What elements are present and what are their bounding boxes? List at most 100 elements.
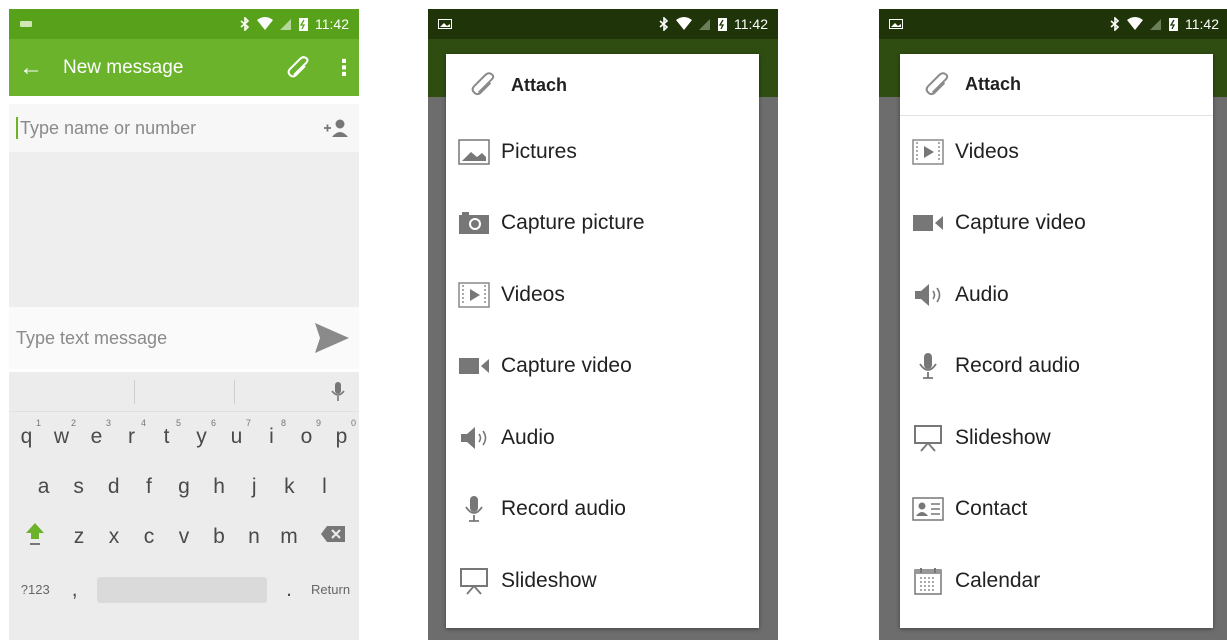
key-p[interactable]: p0 (324, 418, 359, 449)
wifi-icon (676, 17, 692, 30)
shift-key[interactable] (9, 522, 62, 552)
recipient-input[interactable] (16, 117, 276, 139)
attach-option-label: Videos (501, 282, 565, 306)
key-b[interactable]: b (202, 525, 237, 549)
attach-dialog: Attach Videos Capture video Audio Record… (900, 54, 1213, 628)
key-n[interactable]: n (237, 525, 272, 549)
backspace-key[interactable] (307, 525, 360, 549)
key-h[interactable]: h (202, 475, 237, 499)
key-m[interactable]: m (272, 525, 307, 549)
status-bar: 11:42 (879, 9, 1227, 39)
more-vert-icon[interactable]: ⋮ (333, 55, 355, 81)
microphone-icon[interactable] (331, 382, 345, 402)
key-s[interactable]: s (61, 475, 96, 499)
space-bar (96, 576, 267, 603)
key-label: q (20, 425, 33, 448)
symbols-key[interactable]: ?123 (9, 582, 62, 597)
attach-option-calendar[interactable]: Calendar (900, 545, 1213, 617)
keyboard-row-3: z x c v b n m (9, 512, 359, 562)
attach-option-capture-picture[interactable]: Capture picture (446, 188, 759, 260)
attach-option-audio[interactable]: Audio (900, 259, 1213, 331)
key-u[interactable]: u7 (219, 418, 254, 449)
key-hint: 8 (280, 418, 286, 428)
key-k[interactable]: k (272, 475, 307, 499)
paperclip-icon (471, 72, 495, 96)
key-label: e (90, 425, 103, 448)
attach-option-label: Capture video (955, 211, 1086, 235)
key-c[interactable]: c (132, 525, 167, 549)
comma-key[interactable]: , (62, 578, 88, 602)
key-e[interactable]: e3 (79, 418, 114, 449)
attach-option-label: Videos (955, 139, 1019, 163)
status-time: 11:42 (1185, 16, 1219, 32)
key-hint: 5 (175, 418, 181, 428)
calendar-icon (911, 566, 945, 596)
suggestion-strip (9, 372, 359, 412)
dialog-title: Attach (446, 54, 759, 116)
attach-option-record-audio[interactable]: Record audio (900, 331, 1213, 403)
key-i[interactable]: i8 (254, 418, 289, 449)
key-q[interactable]: q1 (9, 418, 44, 449)
attach-option-contact[interactable]: Contact (900, 474, 1213, 546)
app-bar: ← New message ⋮ (9, 39, 359, 96)
attach-option-capture-video[interactable]: Capture video (446, 331, 759, 403)
divider (234, 380, 235, 404)
dialog-title-text: Attach (511, 74, 568, 95)
arrow-back-icon[interactable]: ← (19, 54, 63, 82)
keyboard-row-2: a s d f g h j k l (9, 462, 359, 512)
key-d[interactable]: d (96, 475, 131, 499)
soft-keyboard: q1 w2 e3 r4 t5 y6 u7 i8 o9 p0 a s d f g … (9, 372, 359, 640)
message-input[interactable] (16, 327, 276, 349)
space-key[interactable] (88, 576, 276, 603)
key-y[interactable]: y6 (184, 418, 219, 449)
add-contact-icon[interactable] (323, 118, 349, 138)
compose-row (9, 307, 359, 369)
attach-dialog: Attach Pictures Capture picture Videos C… (446, 54, 759, 628)
attach-option-audio[interactable]: Audio (446, 402, 759, 474)
attach-option-videos[interactable]: Videos (446, 259, 759, 331)
image-notification-icon (438, 19, 452, 29)
attach-option-label: Slideshow (955, 425, 1051, 449)
period-key[interactable]: . (276, 578, 302, 602)
key-label: o (300, 425, 313, 448)
attach-option-capture-video[interactable]: Capture video (900, 188, 1213, 260)
key-f[interactable]: f (131, 475, 166, 499)
send-icon[interactable] (315, 323, 349, 353)
key-o[interactable]: o9 (289, 418, 324, 449)
attach-option-videos[interactable]: Videos (900, 116, 1213, 188)
attach-option-slideshow[interactable]: Slideshow (900, 402, 1213, 474)
attach-option-pictures[interactable]: Pictures (446, 116, 759, 188)
attach-option-record-audio[interactable]: Record audio (446, 474, 759, 546)
key-t[interactable]: t5 (149, 418, 184, 449)
page-title: New message (63, 56, 184, 78)
attach-option-label: Audio (501, 425, 555, 449)
key-g[interactable]: g (166, 475, 201, 499)
key-label: i (269, 425, 274, 448)
speaker-icon (457, 423, 491, 453)
image-notification-icon (889, 19, 903, 29)
attach-option-label: Slideshow (501, 568, 597, 592)
key-r[interactable]: r4 (114, 418, 149, 449)
key-z[interactable]: z (62, 525, 97, 549)
attach-dialog-screen-2: 11:42 Attach Videos Capture video Audio … (879, 9, 1227, 640)
status-time: 11:42 (734, 16, 768, 32)
key-x[interactable]: x (97, 525, 132, 549)
video-file-icon (911, 137, 945, 167)
contact-card-icon (911, 494, 945, 524)
paperclip-icon[interactable] (287, 55, 311, 80)
attach-option-slideshow[interactable]: Slideshow (446, 545, 759, 617)
key-a[interactable]: a (26, 475, 61, 499)
return-key[interactable]: Return (302, 582, 359, 597)
key-label: p (335, 425, 348, 448)
key-hint: 7 (245, 418, 251, 428)
picture-icon (457, 137, 491, 167)
battery-icon (1169, 18, 1178, 31)
key-v[interactable]: v (167, 525, 202, 549)
attach-option-label: Calendar (955, 568, 1041, 592)
key-label: t (163, 425, 170, 448)
key-w[interactable]: w2 (44, 418, 79, 449)
video-camera-icon (457, 351, 491, 381)
key-j[interactable]: j (237, 475, 272, 499)
key-l[interactable]: l (307, 475, 342, 499)
battery-icon (299, 18, 308, 31)
